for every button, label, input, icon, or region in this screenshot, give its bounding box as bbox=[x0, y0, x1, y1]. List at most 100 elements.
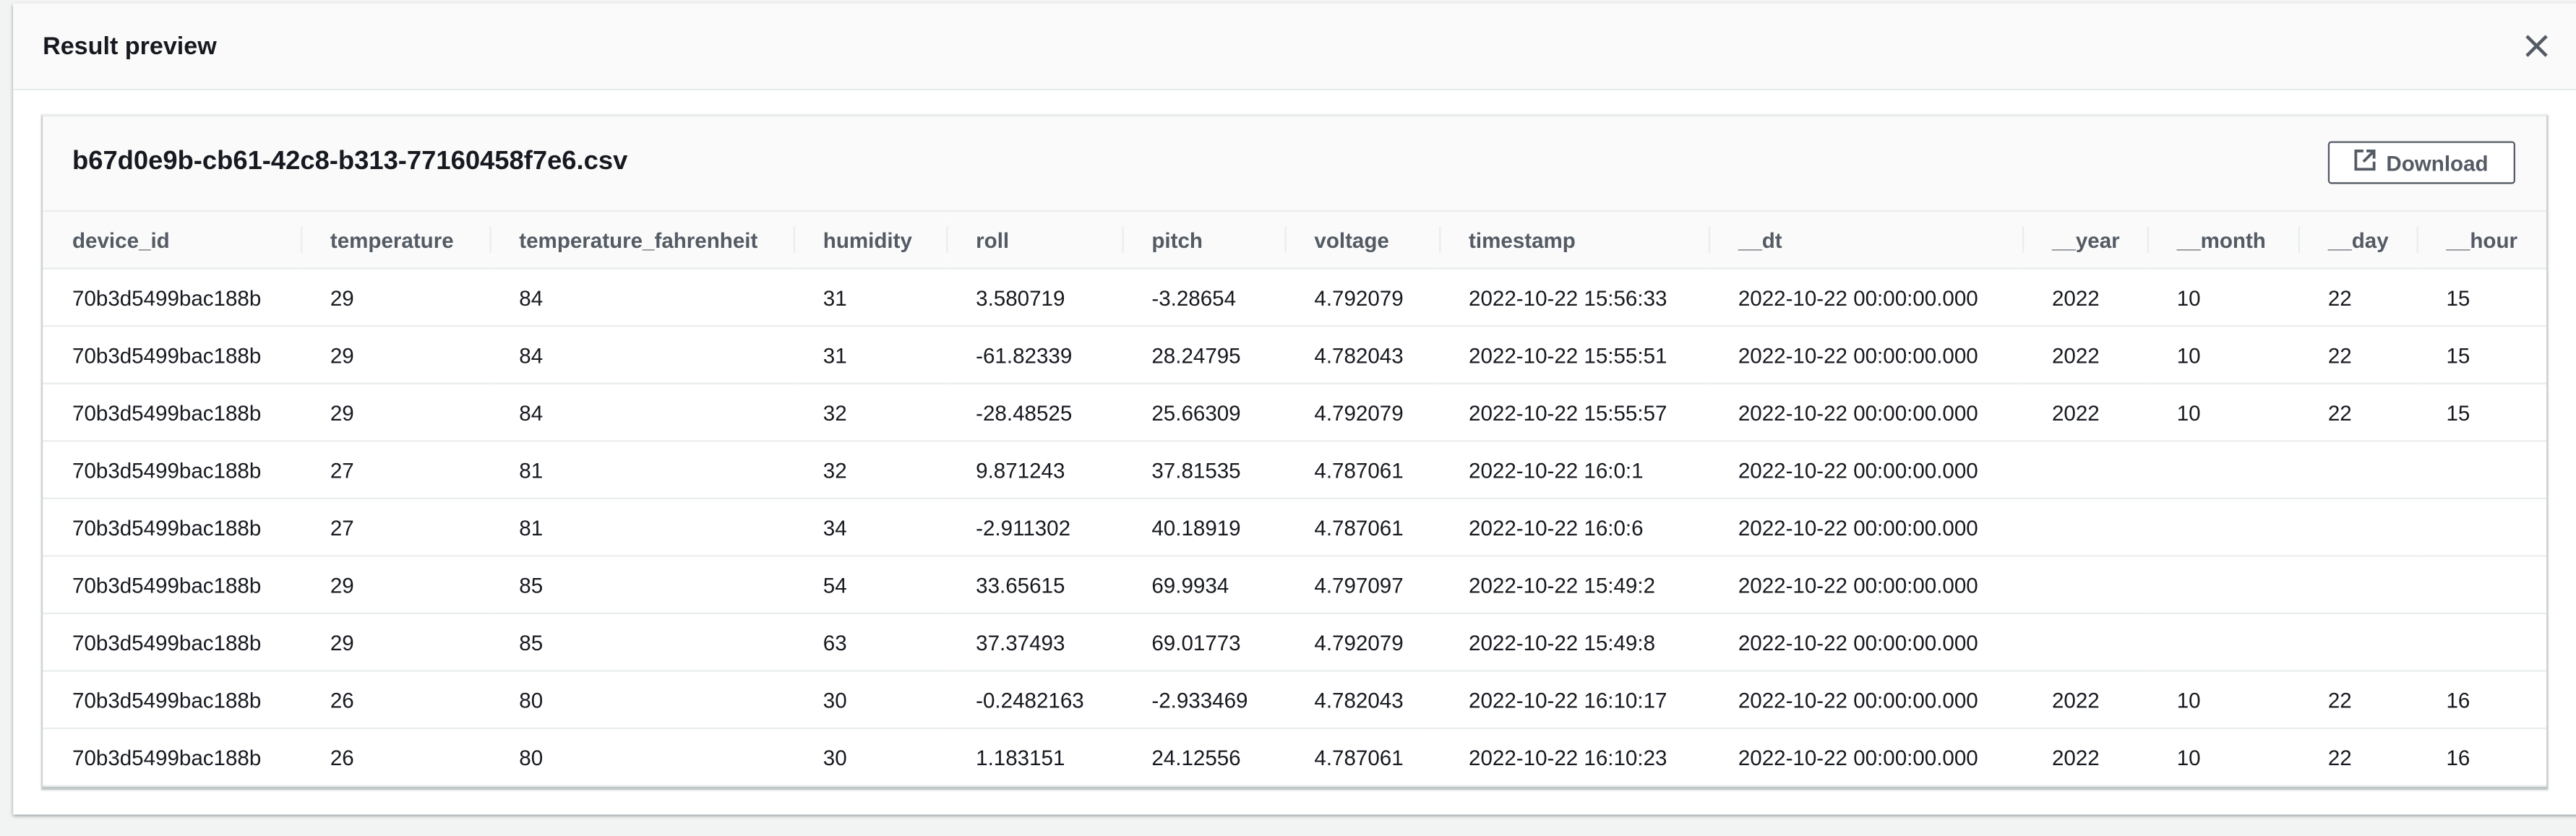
table-cell: 30 bbox=[793, 728, 947, 787]
table-cell: 80 bbox=[489, 728, 794, 787]
column-header-voltage[interactable]: voltage bbox=[1284, 212, 1440, 270]
table-cell: 2022-10-22 16:0:1 bbox=[1439, 441, 1709, 499]
table-cell: -0.2482163 bbox=[946, 671, 1122, 730]
table-cell: 37.37493 bbox=[946, 613, 1122, 672]
download-button[interactable]: Download bbox=[2327, 141, 2515, 184]
table-cell: 2022 bbox=[2022, 728, 2147, 787]
column-header-dt[interactable]: __dt bbox=[1708, 212, 2023, 270]
table-cell: 69.01773 bbox=[1122, 613, 1285, 672]
table-cell: 2022-10-22 00:00:00.000 bbox=[1708, 268, 2023, 327]
table-cell: 4.797097 bbox=[1284, 556, 1440, 615]
table-cell bbox=[2416, 441, 2547, 499]
table-row: 70b3d5499bac188b 27 81 34 -2.911302 40.18919 4… bbox=[43, 498, 2547, 557]
table-cell: 2022-10-22 00:00:00.000 bbox=[1708, 326, 2023, 384]
table-cell: 2022-10-22 16:0:6 bbox=[1439, 498, 1709, 557]
table-cell: 70b3d5499bac188b bbox=[43, 326, 301, 384]
table-cell: 2022-10-22 15:55:57 bbox=[1439, 383, 1709, 442]
table-cell: 2022 bbox=[2022, 671, 2147, 730]
table-cell: 29 bbox=[300, 326, 490, 384]
table-cell: 26 bbox=[300, 671, 490, 730]
table-cell: 70b3d5499bac188b bbox=[43, 728, 301, 787]
table-cell: 2022 bbox=[2022, 383, 2147, 442]
table-cell: 31 bbox=[793, 326, 947, 384]
table-cell: 69.9934 bbox=[1122, 556, 1285, 615]
table-cell: 2022-10-22 00:00:00.000 bbox=[1708, 671, 2023, 730]
table-cell: 2022-10-22 15:55:51 bbox=[1439, 326, 1709, 384]
table-cell: 33.65615 bbox=[946, 556, 1122, 615]
table-cell bbox=[2416, 613, 2547, 672]
column-header-roll[interactable]: roll bbox=[946, 212, 1122, 270]
table-cell bbox=[2022, 441, 2147, 499]
table-cell: 32 bbox=[793, 441, 947, 499]
table-cell bbox=[2298, 441, 2417, 499]
column-header-timestamp[interactable]: timestamp bbox=[1439, 212, 1709, 270]
table-cell: 4.792079 bbox=[1284, 613, 1440, 672]
table-cell: 22 bbox=[2298, 268, 2417, 327]
column-header-year[interactable]: __year bbox=[2022, 212, 2147, 270]
column-header-humidity[interactable]: humidity bbox=[793, 212, 947, 270]
table-cell: 25.66309 bbox=[1122, 383, 1285, 442]
column-header-device-id[interactable]: device_id bbox=[43, 212, 301, 270]
close-icon[interactable] bbox=[2520, 30, 2553, 62]
table-cell: 4.792079 bbox=[1284, 383, 1440, 442]
table-cell: 81 bbox=[489, 498, 794, 557]
table-cell: 85 bbox=[489, 556, 794, 615]
table-cell: 31 bbox=[793, 268, 947, 327]
table-cell: -61.82339 bbox=[946, 326, 1122, 384]
table-cell: 10 bbox=[2147, 268, 2298, 327]
table-cell bbox=[2298, 556, 2417, 615]
file-name: b67d0e9b-cb61-42c8-b313-77160458f7e6.csv bbox=[72, 147, 628, 176]
table-cell: -3.28654 bbox=[1122, 268, 1285, 327]
table-row: 70b3d5499bac188b 26 80 30 -0.2482163 -2.93346… bbox=[43, 671, 2547, 730]
table-cell: 2022-10-22 16:10:23 bbox=[1439, 728, 1709, 787]
table-cell: 10 bbox=[2147, 671, 2298, 730]
table-cell: 10 bbox=[2147, 728, 2298, 787]
column-header-temperature[interactable]: temperature bbox=[300, 212, 490, 270]
table-cell: -2.911302 bbox=[946, 498, 1122, 557]
table-cell bbox=[2022, 556, 2147, 615]
card-header: b67d0e9b-cb61-42c8-b313-77160458f7e6.csv… bbox=[43, 116, 2547, 212]
table-cell: 32 bbox=[793, 383, 947, 442]
result-preview-modal: Result preview b67d0e9b-cb61-42c8-b313-7… bbox=[13, 3, 2576, 815]
table-cell: 81 bbox=[489, 441, 794, 499]
table-cell: 2022-10-22 00:00:00.000 bbox=[1708, 613, 2023, 672]
result-card: b67d0e9b-cb61-42c8-b313-77160458f7e6.csv… bbox=[43, 115, 2547, 787]
download-label: Download bbox=[2386, 150, 2489, 176]
table-row: 70b3d5499bac188b 26 80 30 1.183151 24.12556 4.… bbox=[43, 728, 2547, 787]
table-cell: 30 bbox=[793, 671, 947, 730]
table-cell: 2022-10-22 15:49:8 bbox=[1439, 613, 1709, 672]
table-cell: 4.787061 bbox=[1284, 498, 1440, 557]
modal-title: Result preview bbox=[43, 33, 217, 61]
table-cell: 15 bbox=[2416, 326, 2547, 384]
table-cell bbox=[2416, 556, 2547, 615]
table-cell: 4.782043 bbox=[1284, 671, 1440, 730]
column-header-pitch[interactable]: pitch bbox=[1122, 212, 1285, 270]
table-cell: -28.48525 bbox=[946, 383, 1122, 442]
table-cell: 3.580719 bbox=[946, 268, 1122, 327]
table-cell: 84 bbox=[489, 268, 794, 327]
column-header-day[interactable]: __day bbox=[2298, 212, 2417, 270]
table-cell: 16 bbox=[2416, 671, 2547, 730]
table-cell bbox=[2022, 613, 2147, 672]
table-row: 70b3d5499bac188b 27 81 32 9.871243 37.81535 4.… bbox=[43, 441, 2547, 499]
table-cell: 4.787061 bbox=[1284, 441, 1440, 499]
external-link-icon bbox=[2355, 150, 2377, 176]
table-cell: 29 bbox=[300, 556, 490, 615]
table-cell: 2022-10-22 00:00:00.000 bbox=[1708, 383, 2023, 442]
table-cell: 9.871243 bbox=[946, 441, 1122, 499]
table-cell: 2022 bbox=[2022, 268, 2147, 327]
column-header-temperature-fahrenheit[interactable]: temperature_fahrenheit bbox=[489, 212, 794, 270]
column-header-month[interactable]: __month bbox=[2147, 212, 2298, 270]
table-cell: 2022-10-22 00:00:00.000 bbox=[1708, 498, 2023, 557]
table-cell: 2022-10-22 00:00:00.000 bbox=[1708, 441, 2023, 499]
table-cell: 2022-10-22 00:00:00.000 bbox=[1708, 556, 2023, 615]
table-cell: 84 bbox=[489, 383, 794, 442]
table-cell: 63 bbox=[793, 613, 947, 672]
table-cell: 22 bbox=[2298, 728, 2417, 787]
table-cell bbox=[2147, 441, 2298, 499]
column-header-hour[interactable]: __hour bbox=[2416, 212, 2547, 270]
table-cell: 16 bbox=[2416, 728, 2547, 787]
table-cell: 70b3d5499bac188b bbox=[43, 268, 301, 327]
table-cell: 2022-10-22 16:10:17 bbox=[1439, 671, 1709, 730]
table-cell bbox=[2022, 498, 2147, 557]
